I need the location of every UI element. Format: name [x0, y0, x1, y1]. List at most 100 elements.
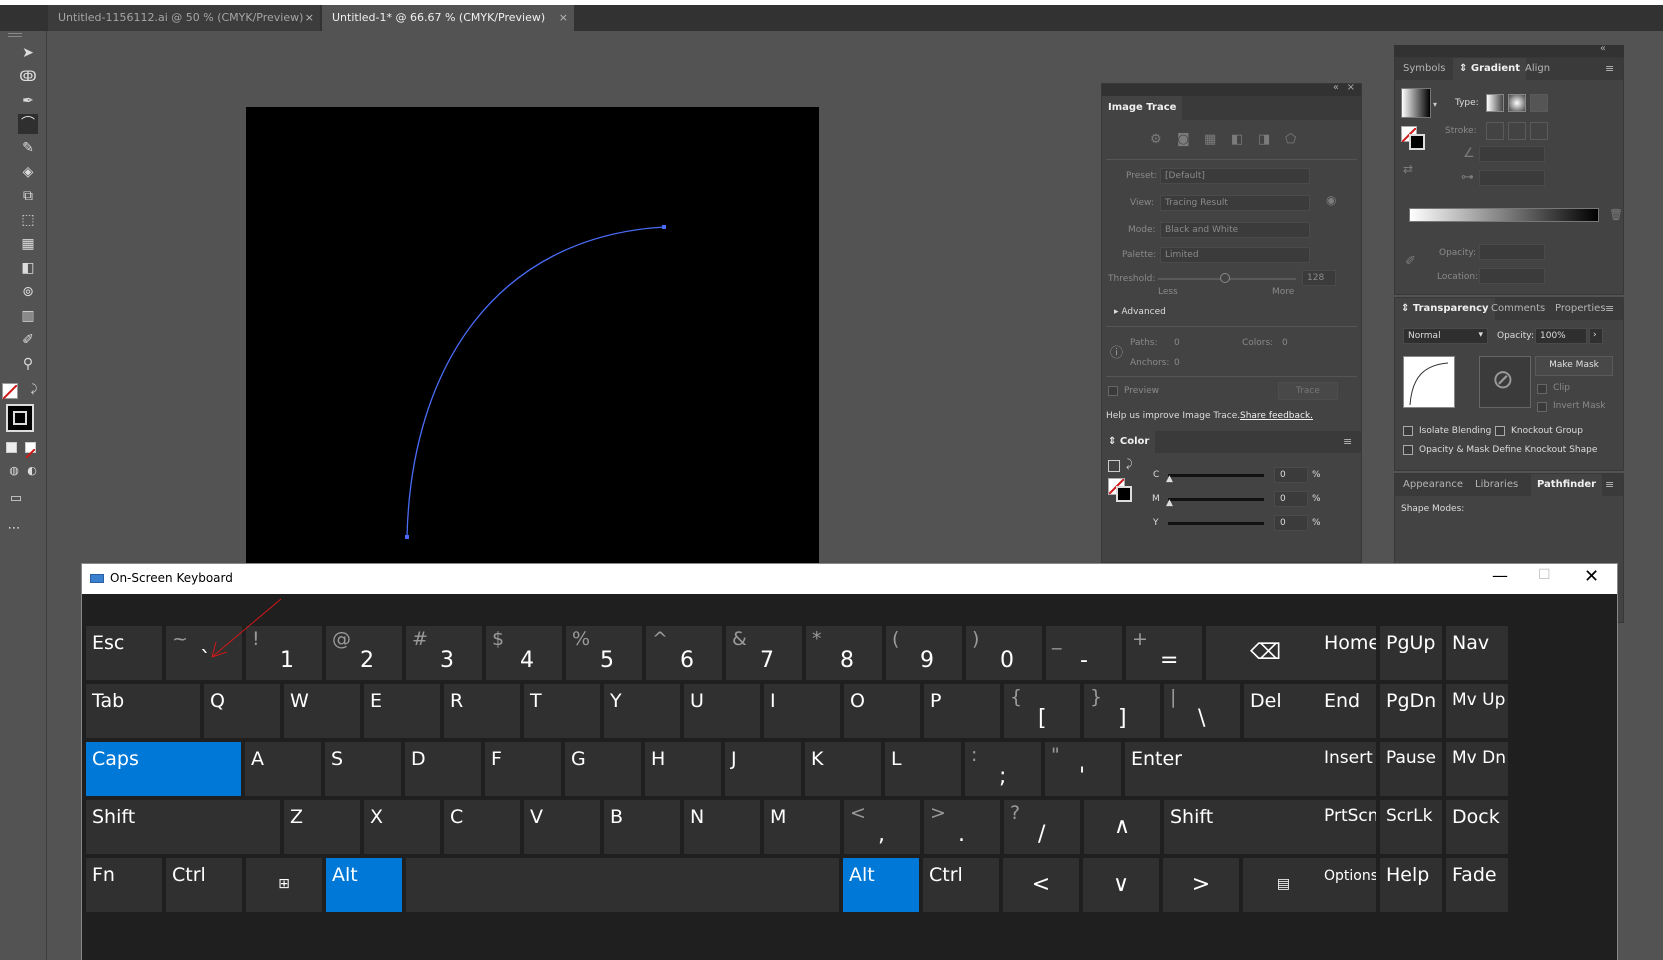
- m-slider-handle[interactable]: ▲: [1166, 498, 1173, 508]
- mode-dropdown[interactable]: Black and White: [1160, 222, 1310, 238]
- key-pgup[interactable]: PgUp: [1380, 626, 1442, 680]
- clip-checkbox[interactable]: [1537, 384, 1547, 394]
- palette-dropdown[interactable]: Limited: [1160, 247, 1310, 263]
- c-slider-handle[interactable]: ▲: [1166, 474, 1173, 484]
- tab-libraries[interactable]: Libraries: [1469, 474, 1524, 496]
- close-icon[interactable]: ×: [1347, 82, 1355, 93]
- key-2[interactable]: @2: [326, 626, 402, 680]
- blend-tool-icon[interactable]: ⊚: [18, 282, 38, 302]
- key-v[interactable]: V: [524, 800, 600, 854]
- gradient-tool-icon[interactable]: ◧: [18, 258, 38, 278]
- auto-color-icon[interactable]: ⚙: [1150, 132, 1162, 147]
- document-tab-2[interactable]: Untitled-1* @ 66.67 % (CMYK/Preview) ×: [322, 5, 574, 31]
- document-tab-1[interactable]: Untitled-1156112.ai @ 50 % (CMYK/Preview…: [48, 5, 320, 31]
- key-f[interactable]: F: [485, 742, 561, 796]
- advanced-toggle[interactable]: ▸ Advanced: [1114, 307, 1166, 317]
- left-arrow-key[interactable]: <: [1003, 858, 1079, 912]
- curvature-tool-icon[interactable]: ⌒: [18, 114, 38, 134]
- windows-key[interactable]: ⊞: [246, 858, 322, 912]
- stroke-across-icon[interactable]: [1530, 122, 1548, 140]
- free-transform-tool-icon[interactable]: ⬚: [18, 210, 38, 230]
- slice-tool-icon[interactable]: ✐: [18, 330, 38, 350]
- low-color-icon[interactable]: ▦: [1204, 132, 1216, 147]
- preview-checkbox[interactable]: [1108, 386, 1118, 396]
- key-shift[interactable]: Shift: [1164, 800, 1325, 854]
- key-k[interactable]: K: [805, 742, 881, 796]
- opacity-input[interactable]: [1479, 244, 1545, 260]
- m-input[interactable]: 0: [1274, 491, 1308, 507]
- pen-tool-icon[interactable]: ✒: [18, 91, 38, 111]
- anchor-point[interactable]: [405, 535, 409, 539]
- key-mv-dn[interactable]: Mv Dn: [1446, 742, 1508, 796]
- tab-align[interactable]: Align: [1519, 58, 1556, 80]
- key-b[interactable]: B: [604, 800, 680, 854]
- key-e[interactable]: E: [364, 684, 440, 738]
- gradient-slider[interactable]: [1409, 208, 1599, 222]
- key-3[interactable]: #3: [406, 626, 482, 680]
- close-button[interactable]: ✕: [1584, 566, 1599, 587]
- key-q[interactable]: Q: [204, 684, 280, 738]
- backspace-key[interactable]: ⌫: [1206, 626, 1325, 680]
- drawn-path[interactable]: [246, 107, 819, 569]
- selection-tool-icon[interactable]: ➤: [18, 43, 38, 63]
- key-prtscn[interactable]: PrtScn: [1318, 800, 1376, 854]
- key-options[interactable]: Options: [1318, 858, 1376, 912]
- menu-icon[interactable]: ≡: [1343, 431, 1355, 453]
- preset-dropdown[interactable]: [Default]: [1160, 168, 1310, 184]
- gradient-swatch[interactable]: [1401, 88, 1431, 118]
- key-i[interactable]: I: [764, 684, 840, 738]
- key-p[interactable]: P: [924, 684, 1000, 738]
- scale-tool-icon[interactable]: ⧉: [18, 186, 38, 206]
- key-6[interactable]: ^ 6: [646, 626, 722, 680]
- key-4[interactable]: $4: [486, 626, 562, 680]
- key-comma[interactable]: <,: [844, 800, 920, 854]
- key-g[interactable]: G: [565, 742, 641, 796]
- draw-behind-icon[interactable]: ◐: [22, 461, 42, 481]
- none-mode-icon[interactable]: [25, 442, 36, 459]
- key-quote[interactable]: " ': [1045, 742, 1121, 796]
- grayscale-icon[interactable]: ◧: [1231, 132, 1243, 147]
- opacity-mask-checkbox[interactable]: [1403, 445, 1413, 455]
- y-slider[interactable]: [1168, 522, 1264, 525]
- key-0[interactable]: ) 0: [966, 626, 1042, 680]
- trash-icon[interactable]: 🗑: [1609, 208, 1623, 221]
- m-slider[interactable]: [1168, 498, 1264, 501]
- key-insert[interactable]: Insert: [1318, 742, 1376, 796]
- key-o[interactable]: O: [844, 684, 920, 738]
- black-white-icon[interactable]: ◨: [1258, 132, 1270, 147]
- key-caps[interactable]: Caps: [86, 742, 241, 796]
- up-arrow-key[interactable]: ∧: [1084, 800, 1160, 854]
- key-ctrl[interactable]: Ctrl: [166, 858, 242, 912]
- right-arrow-key[interactable]: >: [1163, 858, 1239, 912]
- high-color-icon[interactable]: ◙: [1177, 132, 1190, 147]
- key-right-bracket[interactable]: }]: [1084, 684, 1160, 738]
- location-input[interactable]: [1479, 268, 1545, 284]
- angle-input[interactable]: [1479, 146, 1545, 162]
- key-d[interactable]: D: [405, 742, 481, 796]
- key-fade[interactable]: Fade: [1446, 858, 1508, 912]
- key-alt[interactable]: Alt: [326, 858, 402, 912]
- stroke-swatch[interactable]: [1116, 486, 1132, 502]
- opacity-input[interactable]: 100%: [1535, 328, 1587, 344]
- stroke-within-icon[interactable]: [1486, 122, 1504, 140]
- down-arrow-key[interactable]: ∨: [1083, 858, 1159, 912]
- freeform-gradient-icon[interactable]: [1530, 94, 1548, 112]
- key-period[interactable]: >.: [924, 800, 1000, 854]
- tab-gradient[interactable]: ⇕ Gradient: [1453, 58, 1527, 80]
- menu-icon[interactable]: ≡: [1605, 474, 1617, 496]
- radial-gradient-icon[interactable]: [1508, 94, 1526, 112]
- eyedropper-icon[interactable]: ✐: [1405, 254, 1416, 269]
- key-equals[interactable]: + =: [1126, 626, 1202, 680]
- c-slider[interactable]: [1168, 474, 1264, 477]
- key-nav[interactable]: Nav: [1446, 626, 1508, 680]
- key-left-bracket[interactable]: {[: [1004, 684, 1080, 738]
- key-s[interactable]: S: [325, 742, 401, 796]
- reverse-gradient-icon[interactable]: ⇄: [1403, 162, 1413, 176]
- key-9[interactable]: (9: [886, 626, 962, 680]
- outline-icon[interactable]: ⬠: [1285, 132, 1296, 147]
- aspect-ratio-input[interactable]: [1479, 170, 1545, 186]
- c-input[interactable]: 0: [1274, 467, 1308, 483]
- key-c[interactable]: C: [444, 800, 520, 854]
- key-esc[interactable]: Esc: [86, 626, 162, 680]
- color-mode-icon[interactable]: [6, 442, 17, 453]
